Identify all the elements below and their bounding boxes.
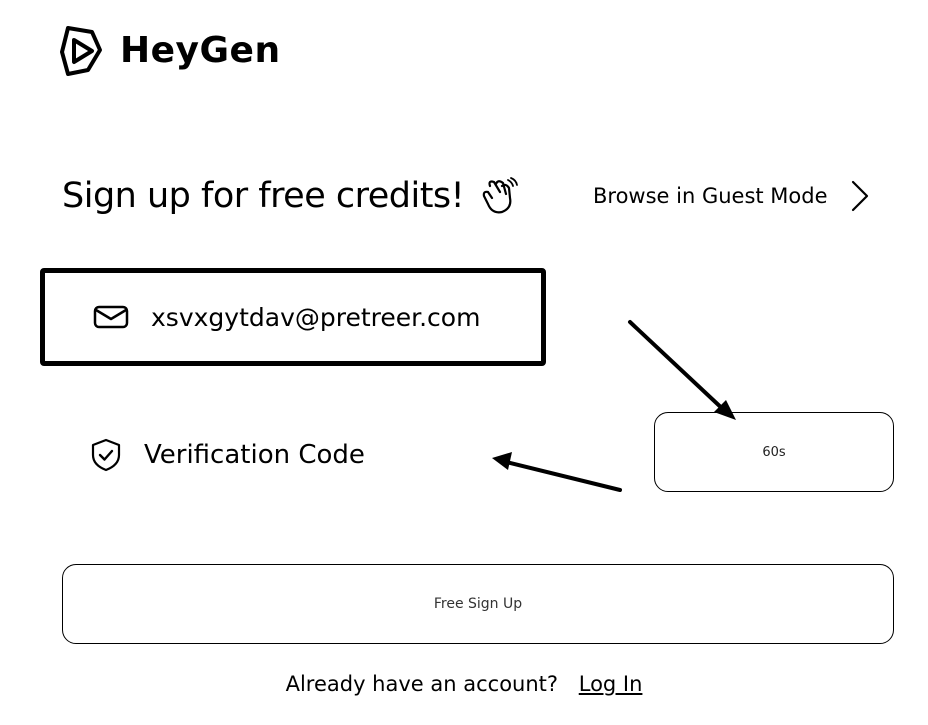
waving-hand-icon xyxy=(482,177,519,214)
arrow-to-code-button xyxy=(628,320,736,420)
page-title: Sign up for free credits! xyxy=(62,175,465,216)
guest-mode-label: Browse in Guest Mode xyxy=(593,183,828,208)
email-value: xsvxgytdav@pretreer.com xyxy=(151,302,481,332)
brand-name: HeyGen xyxy=(120,30,281,71)
verification-code-field[interactable]: Verification Code xyxy=(62,420,622,490)
chevron-right-icon xyxy=(851,180,868,212)
login-prompt-text: Already have an account? xyxy=(285,672,559,696)
verification-code-placeholder: Verification Code xyxy=(144,440,365,470)
mail-icon xyxy=(93,305,129,329)
signup-heading: Sign up for free credits! xyxy=(62,175,519,216)
shield-check-icon xyxy=(91,438,121,472)
login-prompt: Already have an account? Log In xyxy=(0,674,928,695)
guest-mode-link[interactable]: Browse in Guest Mode xyxy=(593,180,870,212)
email-field[interactable]: xsvxgytdav@pretreer.com xyxy=(40,268,546,366)
brand-logo[interactable]: HeyGen xyxy=(58,22,281,80)
heygen-logo-icon xyxy=(60,26,102,76)
login-link[interactable]: Log In xyxy=(579,672,643,696)
send-code-button[interactable]: 60s xyxy=(654,412,894,492)
sign-up-button[interactable]: Free Sign Up xyxy=(62,564,894,644)
